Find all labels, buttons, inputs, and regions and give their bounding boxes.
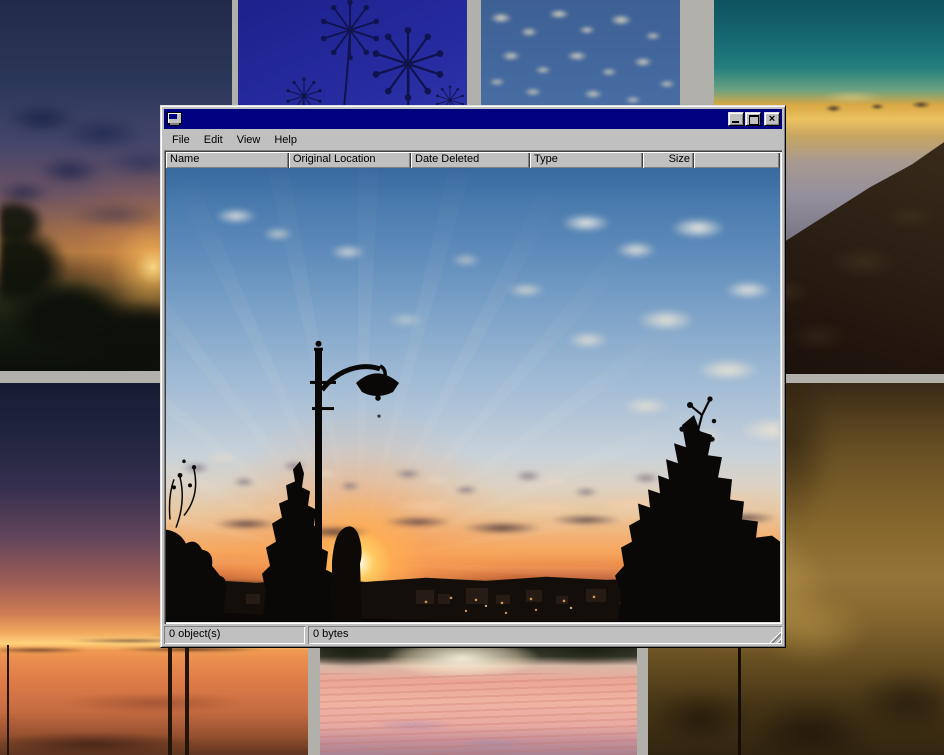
status-object-count: 0 object(s) <box>164 626 305 644</box>
computer-icon <box>166 112 182 126</box>
menu-edit[interactable]: Edit <box>197 132 230 148</box>
file-list-view: Name Original Location Date Deleted Type… <box>164 150 782 624</box>
column-header-type[interactable]: Type <box>530 152 643 168</box>
status-total-size: 0 bytes <box>308 626 782 644</box>
lake-pole <box>7 645 9 755</box>
silhouette-layer <box>166 168 780 622</box>
list-background-photo[interactable] <box>166 168 780 622</box>
lake-pole <box>185 643 189 755</box>
column-header-date-deleted[interactable]: Date Deleted <box>411 152 530 168</box>
maximize-button[interactable] <box>745 112 761 126</box>
maximize-icon <box>749 115 759 125</box>
menu-file[interactable]: File <box>165 132 197 148</box>
menu-bar: File Edit View Help <box>164 129 782 150</box>
column-header-size[interactable]: Size <box>643 152 694 168</box>
minimize-icon <box>732 121 739 123</box>
column-header-original-location[interactable]: Original Location <box>289 152 411 168</box>
grass-stem <box>738 647 741 755</box>
status-bar: 0 object(s) 0 bytes <box>164 624 782 644</box>
lake-pole <box>168 641 172 755</box>
column-header-filler <box>694 152 780 168</box>
ripple-texture <box>320 673 637 755</box>
menu-help[interactable]: Help <box>267 132 304 148</box>
recycle-bin-window: × File Edit View Help Name Original Loca… <box>160 105 786 648</box>
column-header-row: Name Original Location Date Deleted Type… <box>166 152 780 168</box>
close-icon: × <box>765 113 779 125</box>
title-bar[interactable]: × <box>164 109 782 129</box>
minimize-button[interactable] <box>728 112 744 126</box>
column-header-name[interactable]: Name <box>166 152 289 168</box>
menu-view[interactable]: View <box>230 132 268 148</box>
close-button[interactable]: × <box>764 112 780 126</box>
